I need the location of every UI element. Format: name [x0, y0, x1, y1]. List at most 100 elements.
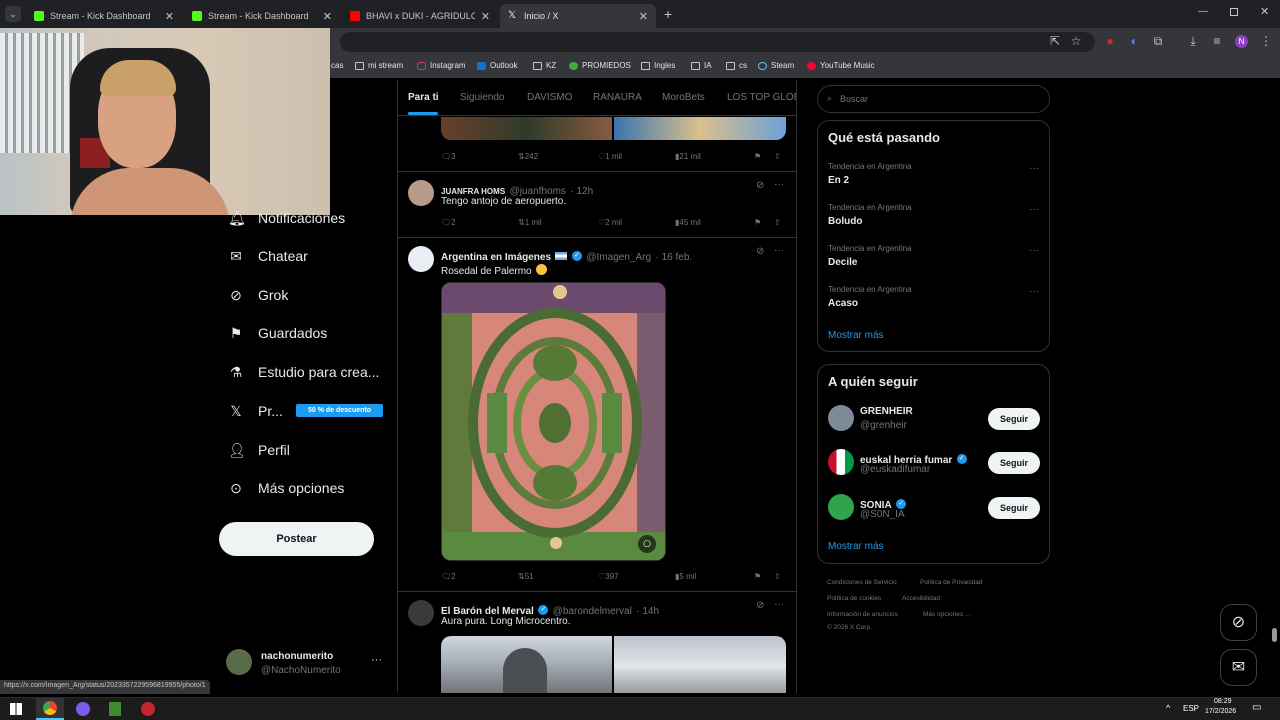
post-time[interactable]: · 12h: [570, 186, 593, 197]
close-tab-icon[interactable]: ✕: [639, 10, 648, 23]
like-button[interactable]: ♡ 2 mil: [598, 218, 622, 227]
views-stat[interactable]: ▮ 21 mil: [675, 152, 701, 161]
follow-button[interactable]: Seguir: [988, 452, 1040, 474]
bookmark-2[interactable]: mi stream: [355, 61, 403, 70]
bookmark-10[interactable]: Steam: [758, 61, 794, 70]
bookmark-3[interactable]: Instagram: [417, 61, 466, 70]
browser-tab-4[interactable]: 𝕏 Inicio / X ✕: [500, 4, 656, 28]
bookmark-icon[interactable]: ⚑: [754, 218, 761, 227]
nav-grok[interactable]: ⊘ Grok: [228, 287, 288, 303]
post-time[interactable]: · 14h: [636, 606, 659, 617]
discord-taskbar-icon[interactable]: [76, 702, 90, 716]
extension-red-icon[interactable]: ●: [1103, 34, 1117, 48]
repost-button[interactable]: ⇅ 51: [518, 572, 534, 581]
avatar[interactable]: [408, 180, 434, 206]
grok-float-button[interactable]: ⊘: [1220, 604, 1257, 641]
bookmark-11[interactable]: YouTube Music: [807, 61, 875, 70]
bookmark-icon[interactable]: ⚑: [754, 152, 761, 161]
like-button[interactable]: ♡ 397: [598, 572, 619, 581]
share-icon[interactable]: ⇧: [774, 572, 781, 581]
close-tab-icon[interactable]: ✕: [323, 10, 332, 23]
extensions-puzzle-icon[interactable]: ⧉: [1151, 34, 1165, 48]
tray-chevron-icon[interactable]: ^: [1166, 703, 1170, 713]
tab-for-you[interactable]: Para ti: [408, 92, 439, 103]
bookmark-icon[interactable]: ⚑: [754, 572, 761, 581]
footer-ads-info[interactable]: Información de anuncios: [827, 611, 898, 618]
follow-suggestion[interactable]: euskal herria fumar ✓ @euskadifumar Segu…: [818, 447, 1049, 481]
account-switcher[interactable]: nachonumerito @NachoNumerito ···: [226, 648, 386, 678]
grok-icon[interactable]: ⊘: [756, 246, 764, 257]
footer-terms[interactable]: Condiciones de Servicio: [827, 579, 897, 586]
browser-tab-2[interactable]: Stream - Kick Dashboard ✕: [184, 4, 340, 28]
tab-search-button[interactable]: ⌄: [5, 6, 21, 22]
like-button[interactable]: ♡ 1 mil: [598, 152, 622, 161]
footer-cookies[interactable]: Política de cookies: [827, 595, 881, 602]
trend-item[interactable]: Tendencia en Argentina En 2 ···: [818, 159, 1049, 199]
nav-chat[interactable]: ✉ Chatear: [228, 248, 308, 264]
clock-date[interactable]: 17/2/2026: [1205, 708, 1236, 715]
avatar[interactable]: [408, 246, 434, 272]
avatar[interactable]: [408, 600, 434, 626]
show-more-link[interactable]: Mostrar más: [828, 330, 884, 341]
grok-icon[interactable]: ⊘: [756, 180, 764, 191]
nav-bookmarks[interactable]: ⚑ Guardados: [228, 325, 328, 341]
obs-taskbar-icon[interactable]: [141, 702, 155, 716]
footer-more-options[interactable]: Más opciones ...: [923, 611, 970, 618]
more-dots-icon[interactable]: ···: [1029, 163, 1039, 174]
messages-float-button[interactable]: ✉: [1220, 649, 1257, 686]
photo-edit-icon[interactable]: ⎔: [638, 535, 656, 553]
notification-icon[interactable]: ▭: [1252, 702, 1261, 713]
reply-button[interactable]: 🗨︎ 2: [441, 218, 456, 227]
more-dots-icon[interactable]: ···: [371, 654, 382, 666]
tab-ranaura[interactable]: RANAURA: [593, 92, 642, 103]
clock-time[interactable]: 08:29: [1214, 698, 1232, 705]
restore-icon[interactable]: [1230, 8, 1238, 16]
nav-profile[interactable]: 👤︎ Perfil: [228, 442, 290, 458]
nav-creator-studio[interactable]: ⚗ Estudio para crea...: [228, 364, 380, 380]
show-more-link[interactable]: Mostrar más: [828, 541, 884, 552]
bookmark-7[interactable]: Ingles: [641, 61, 675, 70]
post-time[interactable]: · 16 feb.: [655, 252, 692, 263]
menu-kebab-icon[interactable]: ⋮: [1259, 34, 1273, 48]
author-name[interactable]: JUANFRA HOMS: [441, 187, 505, 196]
tab-following[interactable]: Siguiendo: [460, 92, 504, 103]
follow-button[interactable]: Seguir: [988, 408, 1040, 430]
browser-tab-1[interactable]: Stream - Kick Dashboard ✕: [26, 4, 182, 28]
bookmark-5[interactable]: KZ: [533, 61, 556, 70]
bookmark-6[interactable]: PROMIEDOS: [569, 61, 631, 70]
new-tab-icon[interactable]: +: [664, 6, 672, 22]
app-taskbar-icon[interactable]: [109, 702, 121, 716]
bookmark-4[interactable]: Outlook: [477, 61, 518, 70]
omnibox[interactable]: [340, 32, 1095, 52]
install-app-icon[interactable]: ⇱: [1048, 34, 1062, 48]
more-dots-icon[interactable]: ···: [774, 599, 784, 610]
follow-button[interactable]: Seguir: [988, 497, 1040, 519]
media-control-icon[interactable]: ≡: [1210, 34, 1224, 48]
bookmark-star-icon[interactable]: ☆: [1069, 34, 1083, 48]
bookmark-8[interactable]: IA: [691, 61, 712, 70]
share-icon[interactable]: ⇧: [774, 218, 781, 227]
search-box[interactable]: ⌕ Buscar: [817, 85, 1050, 113]
follow-suggestion[interactable]: SONIA ✓ @S0N_IA Seguir: [818, 492, 1049, 526]
footer-privacy[interactable]: Política de Privacidad: [920, 579, 983, 586]
trend-item[interactable]: Tendencia en Argentina Decile ···: [818, 241, 1049, 281]
footer-accessibility[interactable]: Accesibilidad: [902, 595, 940, 602]
reply-button[interactable]: 🗨︎ 2: [441, 572, 456, 581]
downloads-icon[interactable]: ⤓: [1186, 34, 1200, 48]
tab-morobets[interactable]: MoroBets: [662, 92, 705, 103]
language-indicator[interactable]: ESP: [1183, 704, 1199, 713]
scrollbar-thumb[interactable]: [1272, 628, 1277, 642]
reply-button[interactable]: 🗨︎ 3: [441, 152, 456, 161]
repost-button[interactable]: ⇅ 1 mil: [518, 218, 542, 227]
post-image-cropped[interactable]: [441, 117, 786, 140]
bookmark-9[interactable]: cs: [726, 61, 747, 70]
nav-premium[interactable]: 𝕏 Pr...: [228, 403, 283, 419]
more-dots-icon[interactable]: ···: [1029, 245, 1039, 256]
extension-audio-icon[interactable]: ◖: [1126, 34, 1140, 48]
post-photo[interactable]: ⎔: [441, 282, 666, 561]
follow-suggestion[interactable]: GRENHEIR @grenheir Seguir: [818, 403, 1049, 437]
nav-more-options[interactable]: ⊙ Más opciones: [228, 480, 344, 496]
close-tab-icon[interactable]: ✕: [165, 10, 174, 23]
views-stat[interactable]: ▮ 45 mil: [675, 218, 701, 227]
profile-avatar[interactable]: N: [1235, 35, 1248, 48]
